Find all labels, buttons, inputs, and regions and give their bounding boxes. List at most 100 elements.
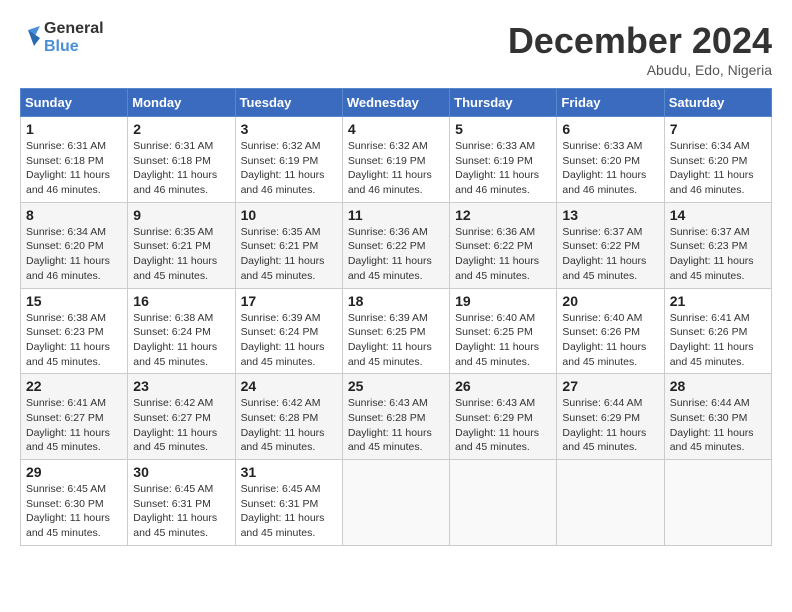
calendar-cell [664,460,771,546]
title-block: December 2024 Abudu, Edo, Nigeria [508,20,772,78]
day-info: Sunrise: 6:33 AMSunset: 6:20 PMDaylight:… [562,139,658,198]
day-number: 24 [241,378,337,394]
calendar-cell: 30Sunrise: 6:45 AMSunset: 6:31 PMDayligh… [128,460,235,546]
day-number: 10 [241,207,337,223]
calendar-cell: 23 Sunrise: 6:42 AMSunset: 6:27 PMDayligh… [128,374,235,460]
calendar-cell: 17 Sunrise: 6:39 AMSunset: 6:24 PMDayligh… [235,288,342,374]
calendar-cell: 31 Sunrise: 6:45 AMSunset: 6:31 PMDayligh… [235,460,342,546]
day-number: 12 [455,207,551,223]
logo-text-blue: Blue [44,38,104,56]
col-wednesday: Wednesday [342,89,449,117]
day-info: Sunrise: 6:35 AMSunset: 6:21 PMDaylight:… [133,225,229,284]
day-info: Sunrise: 6:42 AMSunset: 6:27 PMDaylight:… [133,396,229,455]
day-info: Sunrise: 6:39 AMSunset: 6:25 PMDaylight:… [348,311,444,370]
calendar-cell: 27Sunrise: 6:44 AMSunset: 6:29 PMDayligh… [557,374,664,460]
calendar-week-1: 1 Sunrise: 6:31 AMSunset: 6:18 PMDaylight… [21,117,772,203]
day-number: 23 [133,378,229,394]
day-number: 29 [26,464,122,480]
day-number: 11 [348,207,444,223]
col-monday: Monday [128,89,235,117]
day-info: Sunrise: 6:31 AMSunset: 6:18 PMDaylight:… [26,139,122,198]
calendar-cell: 20 Sunrise: 6:40 AMSunset: 6:26 PMDayligh… [557,288,664,374]
calendar-cell: 1 Sunrise: 6:31 AMSunset: 6:18 PMDaylight… [21,117,128,203]
day-number: 28 [670,378,766,394]
calendar-cell: 15 Sunrise: 6:38 AMSunset: 6:23 PMDayligh… [21,288,128,374]
page-header: General Blue December 2024 Abudu, Edo, N… [20,20,772,78]
day-number: 1 [26,121,122,137]
day-info: Sunrise: 6:34 AMSunset: 6:20 PMDaylight:… [26,225,122,284]
day-number: 9 [133,207,229,223]
col-thursday: Thursday [450,89,557,117]
day-number: 26 [455,378,551,394]
calendar-cell: 18 Sunrise: 6:39 AMSunset: 6:25 PMDayligh… [342,288,449,374]
calendar-week-5: 29 Sunrise: 6:45 AMSunset: 6:30 PMDayligh… [21,460,772,546]
col-friday: Friday [557,89,664,117]
logo: General Blue [20,20,104,56]
day-number: 2 [133,121,229,137]
calendar-cell: 9 Sunrise: 6:35 AMSunset: 6:21 PMDaylight… [128,202,235,288]
day-info: Sunrise: 6:38 AMSunset: 6:24 PMDaylight:… [133,311,229,370]
day-info: Sunrise: 6:31 AMSunset: 6:18 PMDaylight:… [133,139,229,198]
logo-text-general: General [44,20,104,38]
calendar-cell: 26 Sunrise: 6:43 AMSunset: 6:29 PMDayligh… [450,374,557,460]
day-number: 17 [241,293,337,309]
calendar-cell: 13Sunrise: 6:37 AMSunset: 6:22 PMDayligh… [557,202,664,288]
calendar-cell: 24Sunrise: 6:42 AMSunset: 6:28 PMDayligh… [235,374,342,460]
day-info: Sunrise: 6:32 AMSunset: 6:19 PMDaylight:… [241,139,337,198]
calendar-cell: 3 Sunrise: 6:32 AMSunset: 6:19 PMDaylight… [235,117,342,203]
day-info: Sunrise: 6:43 AMSunset: 6:28 PMDaylight:… [348,396,444,455]
day-info: Sunrise: 6:45 AMSunset: 6:30 PMDaylight:… [26,482,122,541]
day-info: Sunrise: 6:36 AMSunset: 6:22 PMDaylight:… [455,225,551,284]
calendar-cell: 2 Sunrise: 6:31 AMSunset: 6:18 PMDaylight… [128,117,235,203]
day-info: Sunrise: 6:43 AMSunset: 6:29 PMDaylight:… [455,396,551,455]
calendar-week-4: 22 Sunrise: 6:41 AMSunset: 6:27 PMDayligh… [21,374,772,460]
calendar-week-3: 15 Sunrise: 6:38 AMSunset: 6:23 PMDayligh… [21,288,772,374]
day-info: Sunrise: 6:33 AMSunset: 6:19 PMDaylight:… [455,139,551,198]
calendar-cell: 7Sunrise: 6:34 AMSunset: 6:20 PMDaylight… [664,117,771,203]
calendar-cell: 21Sunrise: 6:41 AMSunset: 6:26 PMDayligh… [664,288,771,374]
calendar-cell [342,460,449,546]
day-number: 27 [562,378,658,394]
day-info: Sunrise: 6:41 AMSunset: 6:26 PMDaylight:… [670,311,766,370]
day-info: Sunrise: 6:44 AMSunset: 6:30 PMDaylight:… [670,396,766,455]
day-number: 5 [455,121,551,137]
day-info: Sunrise: 6:40 AMSunset: 6:25 PMDaylight:… [455,311,551,370]
calendar-table: Sunday Monday Tuesday Wednesday Thursday… [20,88,772,546]
calendar-cell: 16 Sunrise: 6:38 AMSunset: 6:24 PMDayligh… [128,288,235,374]
calendar-cell: 11 Sunrise: 6:36 AMSunset: 6:22 PMDayligh… [342,202,449,288]
day-info: Sunrise: 6:34 AMSunset: 6:20 PMDaylight:… [670,139,766,198]
day-number: 20 [562,293,658,309]
day-info: Sunrise: 6:40 AMSunset: 6:26 PMDaylight:… [562,311,658,370]
day-number: 18 [348,293,444,309]
day-info: Sunrise: 6:39 AMSunset: 6:24 PMDaylight:… [241,311,337,370]
day-info: Sunrise: 6:37 AMSunset: 6:23 PMDaylight:… [670,225,766,284]
calendar-cell [557,460,664,546]
col-tuesday: Tuesday [235,89,342,117]
day-info: Sunrise: 6:45 AMSunset: 6:31 PMDaylight:… [133,482,229,541]
calendar-cell: 6Sunrise: 6:33 AMSunset: 6:20 PMDaylight… [557,117,664,203]
col-sunday: Sunday [21,89,128,117]
calendar-cell: 5 Sunrise: 6:33 AMSunset: 6:19 PMDaylight… [450,117,557,203]
header-row: Sunday Monday Tuesday Wednesday Thursday… [21,89,772,117]
calendar-cell: 19Sunrise: 6:40 AMSunset: 6:25 PMDayligh… [450,288,557,374]
day-info: Sunrise: 6:37 AMSunset: 6:22 PMDaylight:… [562,225,658,284]
location-subtitle: Abudu, Edo, Nigeria [508,62,772,78]
day-number: 22 [26,378,122,394]
day-number: 25 [348,378,444,394]
day-number: 4 [348,121,444,137]
calendar-cell: 29 Sunrise: 6:45 AMSunset: 6:30 PMDayligh… [21,460,128,546]
day-number: 15 [26,293,122,309]
day-number: 3 [241,121,337,137]
calendar-cell: 8Sunrise: 6:34 AMSunset: 6:20 PMDaylight… [21,202,128,288]
day-info: Sunrise: 6:41 AMSunset: 6:27 PMDaylight:… [26,396,122,455]
day-info: Sunrise: 6:38 AMSunset: 6:23 PMDaylight:… [26,311,122,370]
calendar-cell: 10 Sunrise: 6:35 AMSunset: 6:21 PMDayligh… [235,202,342,288]
month-title: December 2024 [508,20,772,62]
day-info: Sunrise: 6:36 AMSunset: 6:22 PMDaylight:… [348,225,444,284]
day-number: 16 [133,293,229,309]
day-info: Sunrise: 6:35 AMSunset: 6:21 PMDaylight:… [241,225,337,284]
day-number: 31 [241,464,337,480]
day-info: Sunrise: 6:45 AMSunset: 6:31 PMDaylight:… [241,482,337,541]
logo-bird-icon [20,20,40,56]
calendar-cell: 25 Sunrise: 6:43 AMSunset: 6:28 PMDayligh… [342,374,449,460]
